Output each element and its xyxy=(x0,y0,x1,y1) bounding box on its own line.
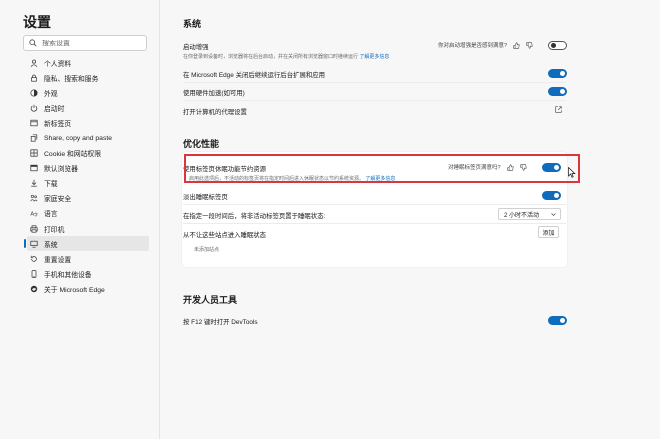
sidebar-item-edge[interactable]: 关于 Microsoft Edge xyxy=(27,281,149,296)
background-apps-row: 在 Microsoft Edge 关闭后继续运行后台扩展和应用 xyxy=(183,70,568,79)
sidebar-item-label: 启动时 xyxy=(44,105,65,113)
startup-boost-learn-more[interactable]: 了解更多信息 xyxy=(359,54,389,60)
phone-icon xyxy=(30,270,38,278)
sidebar-item-label: 关于 Microsoft Edge xyxy=(44,286,105,294)
sidebar-item-printer[interactable]: 打印机 xyxy=(27,221,149,236)
sidebar-item-lock[interactable]: 隐私、搜索和服务 xyxy=(27,70,149,85)
highlight-box xyxy=(184,154,580,183)
lock-icon xyxy=(30,74,38,82)
external-link-icon[interactable] xyxy=(555,106,562,113)
sidebar-item-profile[interactable]: 个人资料 xyxy=(27,55,149,70)
no-sites-text: 未添加站点 xyxy=(194,247,220,253)
edge-icon xyxy=(30,285,38,293)
sidebar-item-label: 家庭安全 xyxy=(44,196,72,204)
hardware-accel-label: 使用硬件加速(如可用) xyxy=(183,90,245,97)
startup-boost-feedback: 你对启动增强是否感到满意? xyxy=(438,41,533,49)
thumbs-up-icon[interactable] xyxy=(513,41,520,49)
cookie-icon xyxy=(30,149,38,157)
sidebar-item-label: 隐私、搜索和服务 xyxy=(44,75,99,83)
background-apps-toggle[interactable] xyxy=(548,69,567,78)
sidebar-item-power[interactable]: 启动时 xyxy=(27,100,149,115)
chevron-down-icon xyxy=(551,213,556,216)
thumbs-down-icon[interactable] xyxy=(526,41,533,49)
sidebar-item-cookie[interactable]: Cookie 和网站权限 xyxy=(27,146,149,161)
divider xyxy=(183,223,566,224)
inactive-after-value: 2 小时不活动 xyxy=(504,212,540,219)
sidebar-item-label: Cookie 和网站权限 xyxy=(44,151,102,159)
share-icon xyxy=(30,134,38,142)
sidebar-item-appearance[interactable]: 外观 xyxy=(27,85,149,100)
printer-icon xyxy=(30,225,38,233)
sidebar-nav: 个人资料隐私、搜索和服务 外观启动时新标签页 Share, copy and pas… xyxy=(24,55,149,297)
f12-devtools-toggle[interactable] xyxy=(548,316,567,325)
divider xyxy=(183,204,566,205)
sidebar-item-browser[interactable]: 默认浏览器 xyxy=(27,161,149,176)
download-icon xyxy=(30,179,38,187)
startup-boost-desc: 在你登录到设备时，浏览器将在后台启动，并在关闭所有浏览器窗口时继续运行 了解更多… xyxy=(183,54,390,60)
sidebar-item-system[interactable]: 系统 xyxy=(24,236,149,252)
section-title-optimize: 优化性能 xyxy=(183,139,220,149)
sidebar-item-label: 默认浏览器 xyxy=(44,166,78,174)
svg-text:字: 字 xyxy=(34,212,38,218)
hardware-accel-row: 使用硬件加速(如可用) xyxy=(183,88,568,97)
never-sleep-row: 从不让这些站点进入睡眠状态 xyxy=(183,230,568,239)
browser-icon xyxy=(30,164,38,172)
sidebar-item-label: 个人资料 xyxy=(44,60,72,68)
sidebar-item-language[interactable]: A 字语言 xyxy=(27,206,149,221)
add-site-button[interactable]: 添加 xyxy=(538,226,559,238)
appearance-icon xyxy=(30,89,38,97)
sidebar-item-label: 手机和其他设备 xyxy=(44,271,92,279)
sidebar-item-share[interactable]: Share, copy and paste xyxy=(27,130,149,145)
sidebar-item-label: 语言 xyxy=(44,211,58,219)
sidebar-item-label: 外观 xyxy=(44,90,58,98)
main-panel: 系统 启动增强 在你登录到设备时，浏览器将在后台启动，并在关闭所有浏览器窗口时继… xyxy=(160,0,660,439)
search-input[interactable] xyxy=(42,39,142,47)
section-title-devtools: 开发人员工具 xyxy=(183,295,238,305)
fade-tabs-toggle[interactable] xyxy=(542,191,561,200)
fade-tabs-row: 淡出睡眠标签页 xyxy=(183,192,568,201)
new-tab-icon xyxy=(30,119,38,127)
sidebar-item-new-tab[interactable]: 新标签页 xyxy=(27,115,149,130)
mouse-cursor-icon xyxy=(568,167,576,178)
f12-devtools-label: 按 F12 键时打开 DevTools xyxy=(183,319,258,326)
hardware-accel-toggle[interactable] xyxy=(548,87,567,96)
startup-boost-toggle[interactable] xyxy=(548,41,567,50)
f12-devtools-row: 按 F12 键时打开 DevTools xyxy=(183,317,568,326)
power-icon xyxy=(30,104,38,112)
family-icon xyxy=(30,194,38,202)
background-apps-label: 在 Microsoft Edge 关闭后继续运行后台扩展和应用 xyxy=(183,72,326,79)
inactive-after-dropdown[interactable]: 2 小时不活动 xyxy=(498,208,561,220)
divider xyxy=(183,82,566,83)
reset-icon xyxy=(30,255,38,263)
search-box[interactable] xyxy=(23,35,147,51)
sidebar-item-label: Share, copy and paste xyxy=(44,134,113,142)
sidebar-item-label: 下载 xyxy=(44,181,58,189)
system-icon xyxy=(30,240,38,248)
proxy-label: 打开计算机的代理设置 xyxy=(183,109,247,116)
sidebar-item-download[interactable]: 下载 xyxy=(27,176,149,191)
sidebar-item-family[interactable]: 家庭安全 xyxy=(27,191,149,206)
language-icon: A字 xyxy=(30,209,38,218)
sidebar: 设置 个人资料隐私、搜索和服务外观启动时新标签页 Share, copy and … xyxy=(0,0,160,439)
sidebar-item-reset[interactable]: 重置设置 xyxy=(27,251,149,266)
sidebar-item-label: 打印机 xyxy=(44,226,65,234)
divider xyxy=(183,100,566,101)
proxy-row[interactable]: 打开计算机的代理设置 xyxy=(183,107,568,116)
search-icon xyxy=(29,39,37,47)
profile-icon xyxy=(30,59,38,67)
sidebar-item-label: 新标签页 xyxy=(44,120,72,128)
sidebar-item-phone[interactable]: 手机和其他设备 xyxy=(27,266,149,281)
sidebar-item-label: 重置设置 xyxy=(44,256,72,264)
settings-title: 设置 xyxy=(23,14,51,30)
fade-tabs-label: 淡出睡眠标签页 xyxy=(183,194,228,201)
never-sleep-label: 从不让这些站点进入睡眠状态 xyxy=(183,232,267,239)
sidebar-item-label: 系统 xyxy=(44,241,58,249)
section-title-system: 系统 xyxy=(183,19,202,29)
